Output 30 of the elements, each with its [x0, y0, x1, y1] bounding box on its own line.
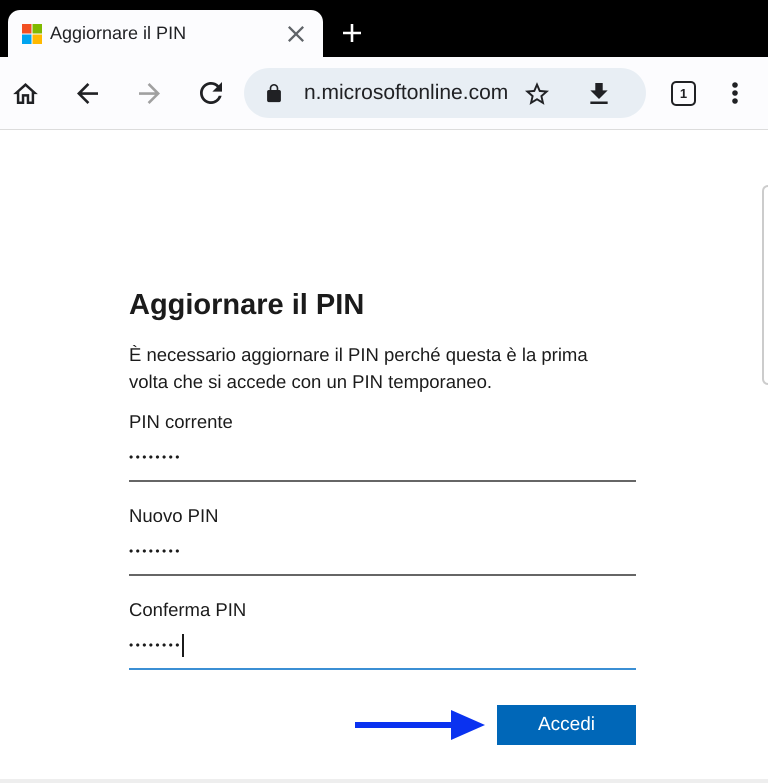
tab-count-button[interactable]: 1	[671, 80, 696, 106]
masked-pin-text: ••••••••	[129, 543, 182, 560]
download-icon[interactable]	[590, 82, 608, 104]
scrollbar[interactable]	[762, 185, 768, 385]
right-arrow-icon	[355, 710, 485, 740]
lock-icon	[267, 84, 281, 102]
pin-input-field[interactable]: ••••••••	[129, 528, 636, 576]
text-cursor	[182, 634, 184, 656]
pin-input-field[interactable]: ••••••••	[129, 622, 636, 670]
field-label: Nuovo PIN	[129, 504, 220, 528]
star-icon[interactable]	[525, 82, 550, 104]
masked-pin-text: ••••••••	[129, 637, 182, 654]
url-text: n.microsoftonline.com	[304, 80, 508, 106]
home-icon[interactable]	[13, 82, 38, 104]
back-arrow-icon[interactable]	[77, 82, 98, 104]
plus-icon[interactable]	[343, 24, 361, 42]
more-menu-icon[interactable]	[732, 82, 738, 104]
field-label: Conferma PIN	[129, 598, 248, 622]
address-bar[interactable]: n.microsoftonline.com	[244, 68, 646, 118]
field-label: PIN corrente	[129, 410, 234, 434]
reload-icon[interactable]	[200, 82, 222, 104]
sign-in-button[interactable]: Accedi	[497, 705, 636, 745]
instruction-text: È necessario aggiornare il PIN perché questa è la prima volta che si accede con un PIN temporaneo.	[129, 343, 589, 394]
four-squares-icon	[22, 24, 42, 44]
masked-pin-text: ••••••••	[129, 449, 182, 466]
page-title: Aggiornare il PIN	[129, 289, 366, 321]
pin-input-field[interactable]: ••••••••	[129, 434, 636, 482]
close-icon[interactable]	[288, 26, 304, 42]
tab-title: Aggiornare il PIN	[50, 22, 186, 45]
browser-tab[interactable]: Aggiornare il PIN	[8, 10, 323, 57]
